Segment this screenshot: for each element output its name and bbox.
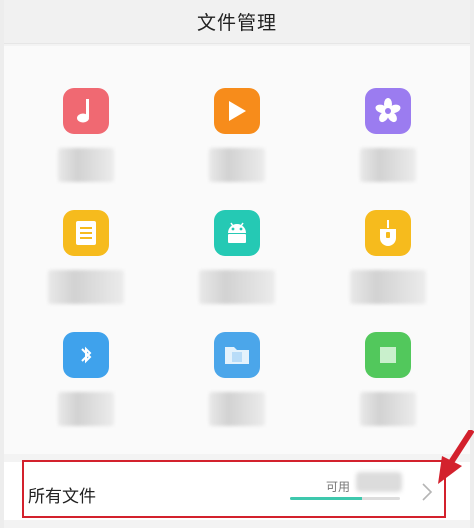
flower-photo-icon (365, 88, 411, 134)
available-storage-value-blurred (356, 472, 402, 492)
category-usb[interactable] (310, 168, 465, 304)
android-apk-icon (214, 210, 260, 256)
page-title: 文件管理 (196, 12, 277, 34)
category-music[interactable] (8, 46, 163, 182)
music-note-icon (63, 88, 109, 134)
folder-icon (214, 332, 260, 378)
category-images[interactable] (310, 46, 465, 182)
bluetooth-transfer-icon (63, 332, 109, 378)
all-files-label: 所有文件 (28, 487, 96, 507)
category-label-blurred (360, 392, 416, 426)
file-manager-screen: 文件管理 (4, 0, 470, 528)
available-storage-label: 可用 (326, 480, 351, 494)
category-label-blurred (58, 392, 114, 426)
category-label-blurred (209, 392, 265, 426)
annotation-arrow-icon (436, 428, 474, 494)
play-video-icon (214, 88, 260, 134)
category-documents[interactable] (8, 168, 163, 304)
category-apk[interactable] (159, 168, 314, 304)
storage-usage-fill (290, 497, 362, 500)
category-folder[interactable] (159, 290, 314, 426)
category-green-app[interactable] (310, 290, 465, 426)
category-video[interactable] (159, 46, 314, 182)
document-icon (63, 210, 109, 256)
green-app-icon (365, 332, 411, 378)
title-bar: 文件管理 (4, 0, 470, 44)
chevron-right-icon[interactable] (421, 482, 433, 506)
usb-drive-icon (365, 210, 411, 256)
storage-usage-bar (290, 497, 400, 500)
category-bluetooth[interactable] (8, 290, 163, 426)
category-grid (4, 46, 470, 454)
